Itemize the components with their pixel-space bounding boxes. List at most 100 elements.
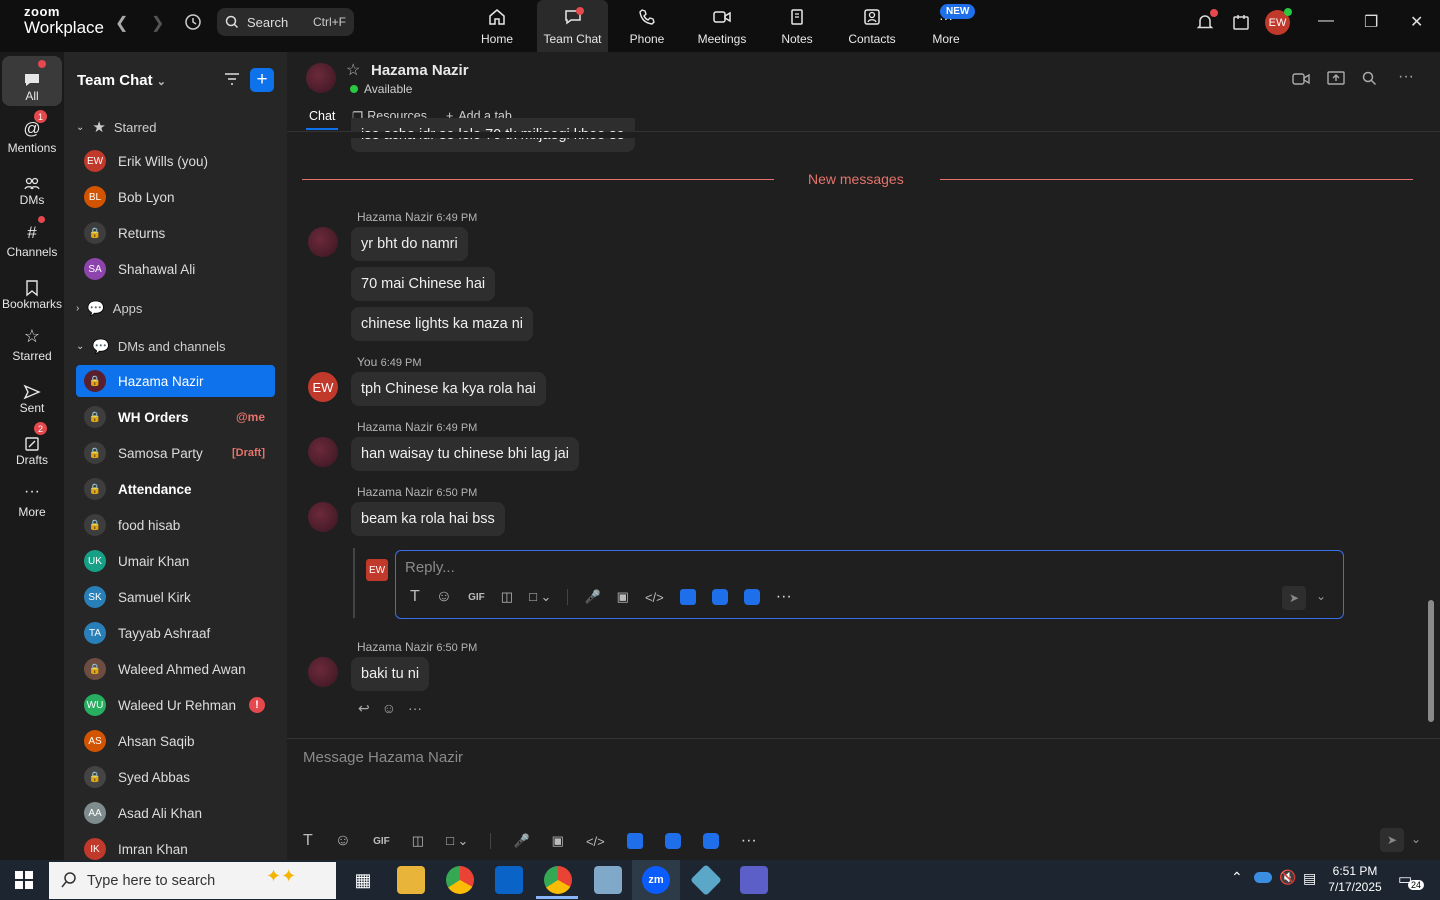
app-icon-docs[interactable] bbox=[626, 833, 643, 849]
send-options-chevron-icon[interactable]: ⌄ bbox=[1316, 589, 1326, 603]
apps-section[interactable]: › 💬 Apps bbox=[76, 300, 142, 317]
chevron-up-icon[interactable]: ⌃ bbox=[1231, 869, 1243, 886]
app-icon-generic[interactable] bbox=[594, 866, 622, 894]
nav-notes[interactable]: Notes bbox=[767, 0, 827, 52]
app-icon-whiteboard[interactable] bbox=[743, 589, 760, 605]
video-message-icon[interactable]: ▣ bbox=[552, 833, 564, 849]
video-call-icon[interactable] bbox=[1292, 71, 1310, 92]
sidebar-item[interactable]: AS Ahsan Saqib bbox=[76, 725, 275, 757]
star-outline-icon[interactable]: ☆ bbox=[346, 60, 360, 80]
sidebar-item[interactable]: TA Tayyab Ashraaf bbox=[76, 617, 275, 649]
chat-avatar[interactable] bbox=[306, 63, 336, 93]
rail-drafts[interactable]: Drafts bbox=[2, 420, 62, 470]
taskbar-clock[interactable]: 6:51 PM 7/17/2025 bbox=[1328, 863, 1382, 895]
forward-arrow-icon[interactable]: ❯ bbox=[151, 13, 164, 33]
sidebar-item[interactable]: EW Erik Wills (you) bbox=[76, 145, 275, 177]
sidebar-item[interactable]: BL Bob Lyon bbox=[76, 181, 275, 213]
sidebar-item[interactable]: SK Samuel Kirk bbox=[76, 581, 275, 613]
sidebar-item[interactable]: UK Umair Khan bbox=[76, 545, 275, 577]
sidebar-item[interactable]: 🔒 Returns bbox=[76, 217, 275, 249]
sidebar-item[interactable]: 🔒 Waleed Ahmed Awan bbox=[76, 653, 275, 685]
volume-muted-icon[interactable]: 🔇 bbox=[1279, 869, 1296, 886]
sender-avatar[interactable] bbox=[308, 657, 338, 687]
nav-home[interactable]: Home bbox=[467, 0, 527, 52]
send-options-chevron-icon[interactable]: ⌄ bbox=[1411, 832, 1421, 846]
add-reaction-icon[interactable]: ☺ bbox=[382, 700, 396, 717]
tab-chat[interactable]: Chat bbox=[309, 109, 335, 123]
history-icon[interactable] bbox=[183, 12, 203, 37]
app-icon-zoom[interactable] bbox=[664, 833, 681, 849]
calendar-icon[interactable] bbox=[1231, 12, 1251, 37]
format-text-icon[interactable]: T bbox=[303, 832, 313, 850]
more-actions-icon[interactable]: ··· bbox=[408, 700, 422, 717]
zoom-icon[interactable]: zm bbox=[642, 866, 670, 894]
more-options-icon[interactable]: ··· bbox=[1398, 68, 1414, 86]
search-bar[interactable]: Search Ctrl+F bbox=[217, 8, 354, 36]
network-icon[interactable]: ▤ bbox=[1303, 870, 1316, 887]
code-icon[interactable]: </> bbox=[645, 590, 664, 605]
gif-icon[interactable]: GIF bbox=[373, 836, 390, 847]
gif-icon[interactable]: GIF bbox=[468, 592, 485, 603]
chrome-icon[interactable] bbox=[446, 866, 474, 894]
sender-avatar[interactable] bbox=[308, 502, 338, 532]
filter-icon[interactable] bbox=[223, 71, 241, 92]
sidebar-item[interactable]: WU Waleed Ur Rehman! bbox=[76, 689, 275, 721]
sidebar-item[interactable]: 🔒 food hisab bbox=[76, 509, 275, 541]
my-avatar[interactable]: EW bbox=[308, 372, 338, 402]
more-tools-icon[interactable]: ··· bbox=[776, 588, 792, 606]
task-view-icon[interactable]: ▦ bbox=[349, 866, 377, 894]
close-icon[interactable]: ✕ bbox=[1410, 12, 1423, 32]
message-bubble[interactable]: chinese lights ka maza ni bbox=[351, 307, 533, 341]
windows-start-icon[interactable] bbox=[15, 871, 33, 894]
app-icon-docs[interactable] bbox=[679, 589, 696, 605]
app-icon-whiteboard[interactable] bbox=[702, 833, 719, 849]
message-input[interactable]: Message Hazama Nazir bbox=[303, 749, 463, 766]
message-bubble[interactable]: 70 mai Chinese hai bbox=[351, 267, 496, 301]
sidebar-item[interactable]: 🔒 Syed Abbas bbox=[76, 761, 275, 793]
new-chat-button[interactable]: + bbox=[250, 68, 274, 92]
microphone-icon[interactable]: 🎤 bbox=[513, 833, 529, 849]
microphone-icon[interactable]: 🎤 bbox=[584, 589, 600, 605]
thread-reply-box[interactable] bbox=[395, 550, 1344, 619]
scrollbar-thumb[interactable] bbox=[1428, 600, 1434, 722]
sidebar-item[interactable]: 🔒 Attendance bbox=[76, 473, 275, 505]
nav-contacts[interactable]: Contacts bbox=[840, 0, 904, 52]
teams-icon[interactable] bbox=[740, 866, 768, 894]
video-message-icon[interactable]: ▣ bbox=[617, 589, 629, 605]
minimize-icon[interactable]: — bbox=[1318, 12, 1334, 30]
rail-dms[interactable]: DMs bbox=[2, 160, 62, 210]
share-screen-icon[interactable] bbox=[1327, 70, 1345, 91]
sidebar-title[interactable]: Team Chat ⌄ bbox=[77, 72, 166, 89]
file-icon[interactable]: ◫ bbox=[412, 833, 424, 849]
message-bubble[interactable]: tph Chinese ka kya rola hai bbox=[351, 372, 546, 406]
sidebar-item[interactable]: SA Shahawal Ali bbox=[76, 253, 275, 285]
screenshot-icon[interactable]: □ ⌄ bbox=[446, 833, 468, 849]
emoji-icon[interactable]: ☺ bbox=[335, 832, 351, 850]
dms-section[interactable]: ⌄ 💬 DMs and channels bbox=[76, 338, 226, 355]
more-tools-icon[interactable]: ··· bbox=[741, 832, 757, 850]
rail-bookmarks[interactable]: Bookmarks bbox=[2, 264, 62, 314]
rail-mentions[interactable]: @ Mentions bbox=[2, 108, 62, 158]
reply-input[interactable]: Reply... bbox=[405, 559, 455, 576]
onedrive-icon[interactable] bbox=[1254, 872, 1272, 883]
send-button[interactable]: ➤ bbox=[1380, 828, 1404, 852]
message-bubble[interactable]: han waisay tu chinese bhi lag jai bbox=[351, 437, 579, 471]
format-text-icon[interactable]: T bbox=[410, 588, 420, 606]
sidebar-item[interactable]: 🔒 Hazama Nazir bbox=[76, 365, 275, 397]
screenshot-icon[interactable]: □ ⌄ bbox=[529, 589, 551, 605]
file-icon[interactable]: ◫ bbox=[501, 589, 513, 605]
code-icon[interactable]: </> bbox=[586, 834, 605, 849]
rail-all[interactable]: All bbox=[2, 56, 62, 106]
sender-avatar[interactable] bbox=[308, 227, 338, 257]
nav-phone[interactable]: Phone bbox=[617, 0, 677, 52]
sender-avatar[interactable] bbox=[308, 437, 338, 467]
outlook-icon[interactable] bbox=[495, 866, 523, 894]
message-bubble[interactable]: yr bht do namri bbox=[351, 227, 468, 261]
chrome-profile-icon[interactable] bbox=[544, 866, 572, 894]
sidebar-item[interactable]: AA Asad Ali Khan bbox=[76, 797, 275, 829]
back-arrow-icon[interactable]: ❮ bbox=[115, 13, 128, 33]
message-bubble[interactable]: baki tu ni bbox=[351, 657, 430, 691]
search-icon[interactable] bbox=[1362, 71, 1377, 91]
message-bubble[interactable]: beam ka rola hai bss bbox=[351, 502, 505, 536]
app-icon-zoom[interactable] bbox=[711, 589, 728, 605]
